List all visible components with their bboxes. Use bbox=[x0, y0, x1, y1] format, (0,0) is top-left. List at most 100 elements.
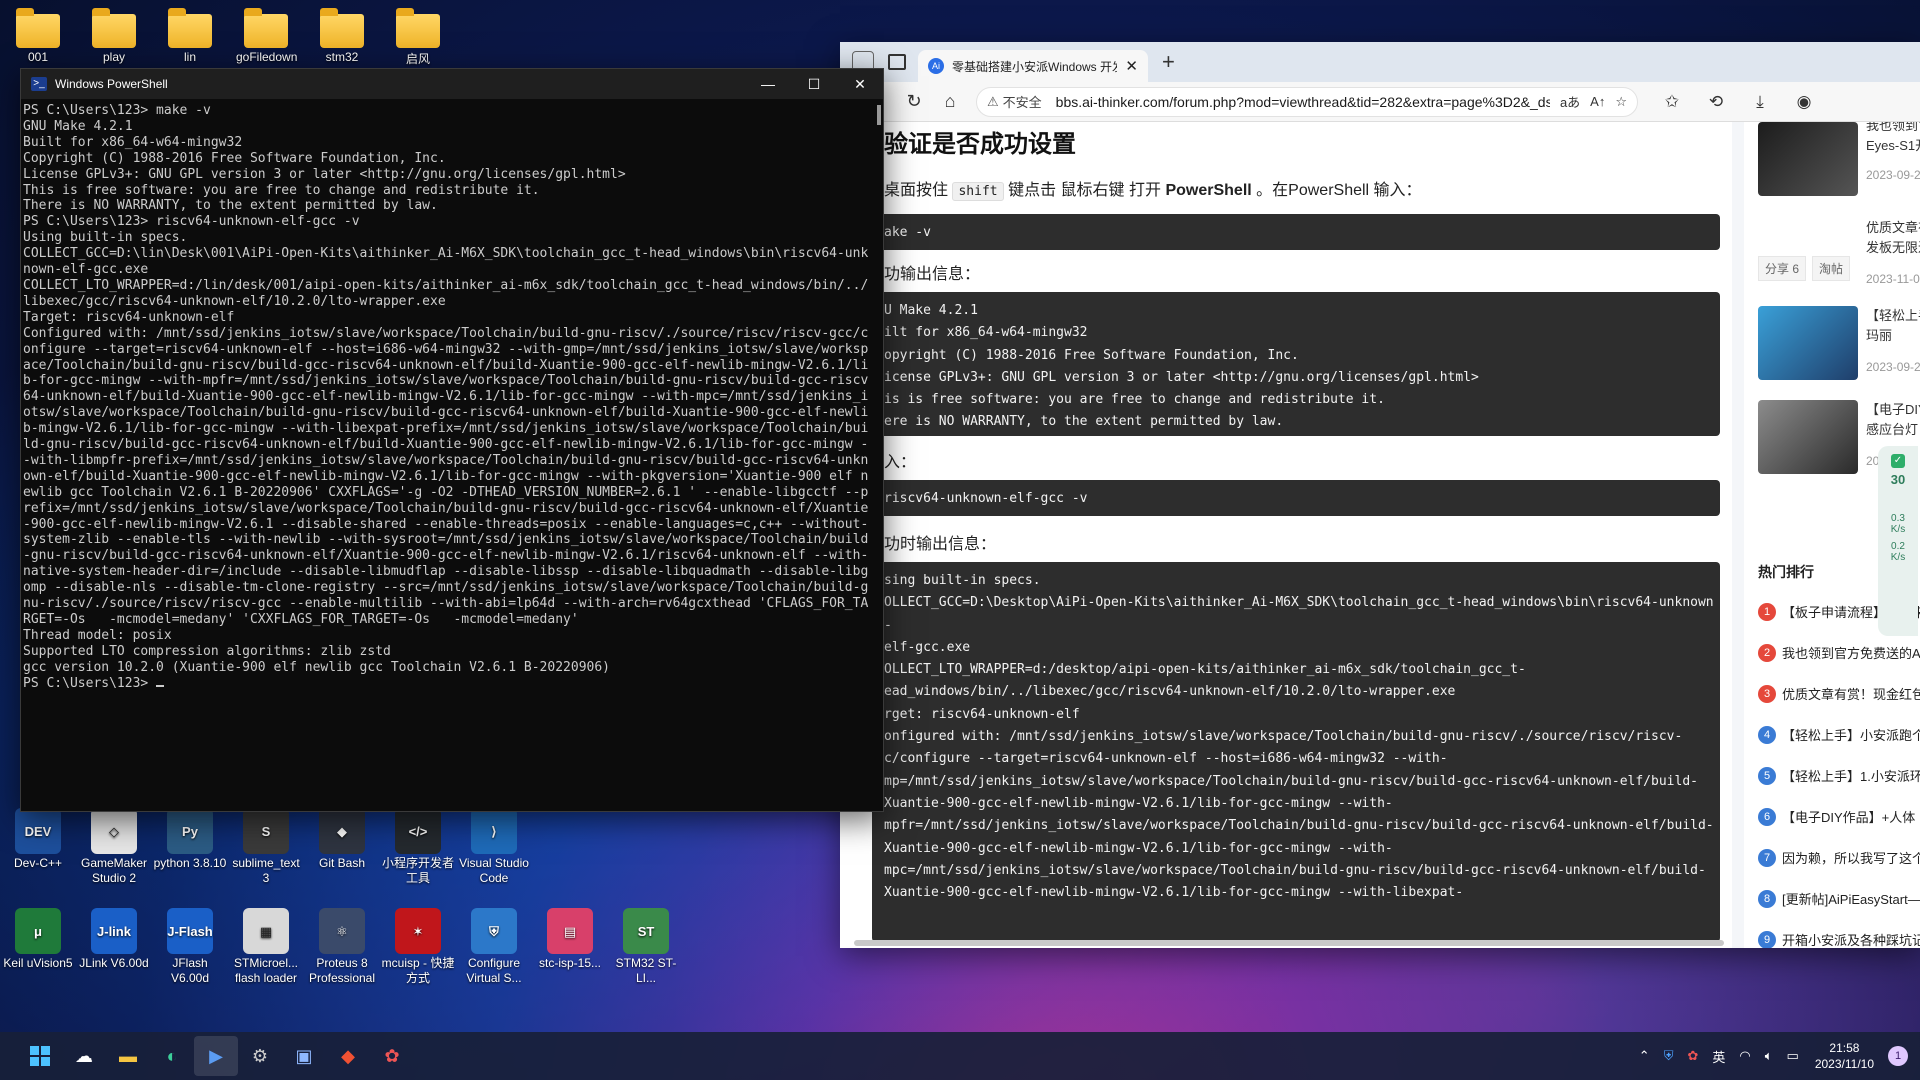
volume-icon[interactable]: 🔈︎ bbox=[1765, 1048, 1773, 1064]
rank-title: [更新帖]AiPiEasyStart— bbox=[1782, 892, 1920, 907]
shift-key: shift bbox=[952, 182, 1004, 201]
edge-icon[interactable]: ◐ bbox=[150, 1036, 194, 1076]
desktop-folder[interactable]: lin bbox=[160, 4, 220, 64]
address-bar[interactable]: ⚠ 不安全 bbs.ai-thinker.com/forum.php?mod=v… bbox=[976, 86, 1638, 117]
desktop-folder[interactable]: 启风 bbox=[388, 4, 448, 67]
ime-indicator[interactable]: 英 bbox=[1712, 1047, 1725, 1066]
not-secure-label[interactable]: 不安全 bbox=[1003, 92, 1042, 111]
powershell-icon: >_ bbox=[31, 77, 47, 91]
desktop-shortcut[interactable]: ▦ STMicroel... flash loader bbox=[228, 908, 304, 986]
powershell-taskbar-icon[interactable]: ▶ bbox=[194, 1036, 238, 1076]
git-taskbar-icon[interactable]: ◆ bbox=[326, 1036, 370, 1076]
hot-ranking-item[interactable]: 4 【轻松上手】小安派跑个 bbox=[1758, 725, 1920, 744]
warning-icon[interactable]: ⚠ bbox=[987, 94, 999, 110]
url-text[interactable]: bbs.ai-thinker.com/forum.php?mod=viewthr… bbox=[1056, 94, 1550, 110]
notification-badge[interactable]: 1 bbox=[1888, 1046, 1908, 1066]
gamemaker-icon: ◇ bbox=[91, 808, 137, 854]
terminal-area[interactable]: PS C:\Users\123> make -v GNU Make 4.2.1 … bbox=[21, 99, 883, 811]
post-date: 2023-09-2 bbox=[1866, 168, 1920, 182]
desktop-shortcut[interactable]: Py python 3.8.10 bbox=[152, 808, 228, 871]
desktop-shortcut[interactable]: ◇ GameMaker Studio 2 bbox=[76, 808, 152, 886]
paragraph-gcc-output: 功时输出信息： bbox=[884, 536, 997, 553]
instruction-text: 桌面按住 bbox=[884, 182, 949, 199]
share-button[interactable]: 分享 6 bbox=[1758, 256, 1807, 281]
edge-browser-window[interactable]: Ai 零基础搭建小安派Windows 开发 ✕ + ↻ ⌂ ⚠ 不安全 bbs.… bbox=[840, 42, 1920, 948]
favorite-star-icon[interactable]: ☆ bbox=[1615, 94, 1627, 110]
chevron-up-icon[interactable]: ⌃ bbox=[1639, 1048, 1650, 1064]
desktop-folder[interactable]: goFiledown bbox=[236, 4, 297, 64]
clock[interactable]: 21:58 2023/11/10 bbox=[1815, 1040, 1874, 1072]
cpu-percent: 30 bbox=[1890, 472, 1906, 487]
desktop-folder[interactable]: stm32 bbox=[312, 4, 372, 64]
hot-ranking-item[interactable]: 6 【电子DIY作品】+人体 bbox=[1758, 807, 1915, 826]
sidebar-post-1[interactable]: 我也领到官 Eyes-S1开 2023-09-2 bbox=[1758, 122, 1920, 202]
desktop-shortcut[interactable]: Ssublime_text 3 bbox=[228, 808, 304, 886]
battery-icon[interactable]: ▭ bbox=[1787, 1048, 1799, 1064]
hot-ranking-item[interactable]: 3 优质文章有赏！现金红包 bbox=[1758, 684, 1920, 703]
vertical-scrollbar[interactable] bbox=[877, 105, 881, 125]
browser-toolbar: ✩ ⟲ ⤓ ◉ bbox=[1650, 92, 1826, 112]
widgets-weather-icon[interactable]: ☁ bbox=[62, 1036, 106, 1076]
rank-title: 【轻松上手】1.小安派环 bbox=[1782, 769, 1920, 784]
favorites-icon[interactable]: ✩ bbox=[1650, 92, 1694, 112]
profile-icon[interactable]: ◉ bbox=[1782, 92, 1826, 112]
desktop-shortcut[interactable]: DEV Dev-C++ bbox=[0, 808, 76, 871]
history-icon[interactable]: ⟲ bbox=[1694, 92, 1738, 112]
desktop-shortcut[interactable]: J-Flash JFlash V6.00d bbox=[152, 908, 228, 986]
terminal-text: PS C:\Users\123> make -v GNU Make 4.2.1 … bbox=[23, 103, 869, 691]
desktop-shortcut[interactable]: μ Keil uVision5 bbox=[0, 908, 76, 971]
minimize-button[interactable]: — bbox=[745, 69, 791, 99]
download-icon[interactable]: ⤓ bbox=[1738, 92, 1782, 112]
desktop-shortcut[interactable]: ✶ mcuisp - 快捷方式 bbox=[380, 908, 456, 986]
hot-ranking-item[interactable]: 2 我也领到官方免费送的Ai bbox=[1758, 643, 1920, 662]
network-speed-widget[interactable]: ✓ 30 0.3 K/s 0.2 K/s bbox=[1878, 446, 1918, 636]
taobao-button[interactable]: 淘帖 bbox=[1812, 256, 1851, 281]
hot-ranking-item[interactable]: 8 [更新帖]AiPiEasyStart— bbox=[1758, 889, 1920, 908]
desktop-shortcut[interactable]: </> 小程序开发者工具 bbox=[380, 808, 456, 886]
desktop-shortcut[interactable]: ⛨ Configure Virtual S... bbox=[456, 908, 532, 986]
security-shield-icon[interactable]: ⛨ bbox=[1664, 1048, 1674, 1064]
new-tab-icon[interactable]: + bbox=[1162, 49, 1175, 75]
desktop-shortcut[interactable]: ⚛ Proteus 8 Professional bbox=[304, 908, 380, 986]
desktop-folder[interactable]: play bbox=[84, 4, 144, 64]
read-aloud-icon[interactable]: A↑ bbox=[1590, 94, 1605, 109]
app-taskbar-icon[interactable]: ✿ bbox=[370, 1036, 414, 1076]
wifi-icon[interactable]: ◠ bbox=[1739, 1048, 1750, 1064]
refresh-icon[interactable]: ↻ bbox=[896, 91, 932, 112]
desktop-shortcut[interactable]: ST STM32 ST-LI... bbox=[608, 908, 684, 986]
shortcut-label: 小程序开发者工具 bbox=[381, 856, 454, 885]
window-title: Windows PowerShell bbox=[55, 77, 168, 91]
settings-gear-icon[interactable]: ⚙ bbox=[238, 1036, 282, 1076]
folder-label: lin bbox=[183, 50, 196, 64]
sidebar-post-3[interactable]: 【轻松上手 玛丽 2023-09-2 bbox=[1758, 306, 1920, 386]
desktop-shortcut[interactable]: J-link JLink V6.00d bbox=[76, 908, 152, 971]
desktop-shortcut[interactable]: ⟩ Visual Studio Code bbox=[456, 808, 532, 886]
powershell-window[interactable]: >_ Windows PowerShell — ☐ ✕ PS C:\Users\… bbox=[20, 68, 884, 812]
hot-ranking-item[interactable]: 7 因为赖，所以我写了这个 bbox=[1758, 848, 1920, 867]
hot-ranking-item[interactable]: 5 【轻松上手】1.小安派环 bbox=[1758, 766, 1920, 785]
hot-ranking-title: 热门排行 bbox=[1758, 564, 1814, 580]
horizontal-scrollbar[interactable] bbox=[854, 940, 1724, 946]
desktop-folder[interactable]: 001 bbox=[8, 4, 68, 64]
close-tab-icon[interactable]: ✕ bbox=[1125, 57, 1138, 75]
home-icon[interactable]: ⌂ bbox=[932, 91, 968, 112]
shortcut-label: STMicroel... flash loader bbox=[233, 956, 298, 985]
reader-mode-icon[interactable]: aあ bbox=[1560, 92, 1580, 111]
instruction-paragraph: 桌面按住 shift 键点击 鼠标右键 打开 PowerShell 。在Powe… bbox=[884, 176, 1422, 201]
shortcut-label: Dev-C++ bbox=[13, 856, 63, 870]
hot-ranking-item[interactable]: 9 开箱小安派及各种踩坑记 bbox=[1758, 930, 1920, 948]
desktop-shortcut[interactable]: ▤ stc-isp-15... bbox=[532, 908, 608, 971]
maximize-button[interactable]: ☐ bbox=[791, 69, 837, 99]
start-button[interactable] bbox=[18, 1036, 62, 1076]
tab-actions-icon[interactable] bbox=[888, 54, 906, 70]
browser-tab-active[interactable]: Ai 零基础搭建小安派Windows 开发 ✕ bbox=[918, 50, 1148, 82]
instruction-text: 打开 bbox=[1129, 182, 1162, 199]
tray-app-icon[interactable]: ✿ bbox=[1687, 1048, 1698, 1064]
desktop-shortcut[interactable]: ◆ Git Bash bbox=[304, 808, 380, 871]
rank-title: 因为赖，所以我写了这个 bbox=[1782, 851, 1920, 866]
close-button[interactable]: ✕ bbox=[837, 69, 883, 99]
powershell-title-bar[interactable]: >_ Windows PowerShell — ☐ ✕ bbox=[21, 69, 883, 99]
file-explorer-icon[interactable]: ▬ bbox=[106, 1036, 150, 1076]
remote-desktop-icon[interactable]: ▣ bbox=[282, 1036, 326, 1076]
paragraph-success-output: 功输出信息： bbox=[884, 266, 981, 283]
